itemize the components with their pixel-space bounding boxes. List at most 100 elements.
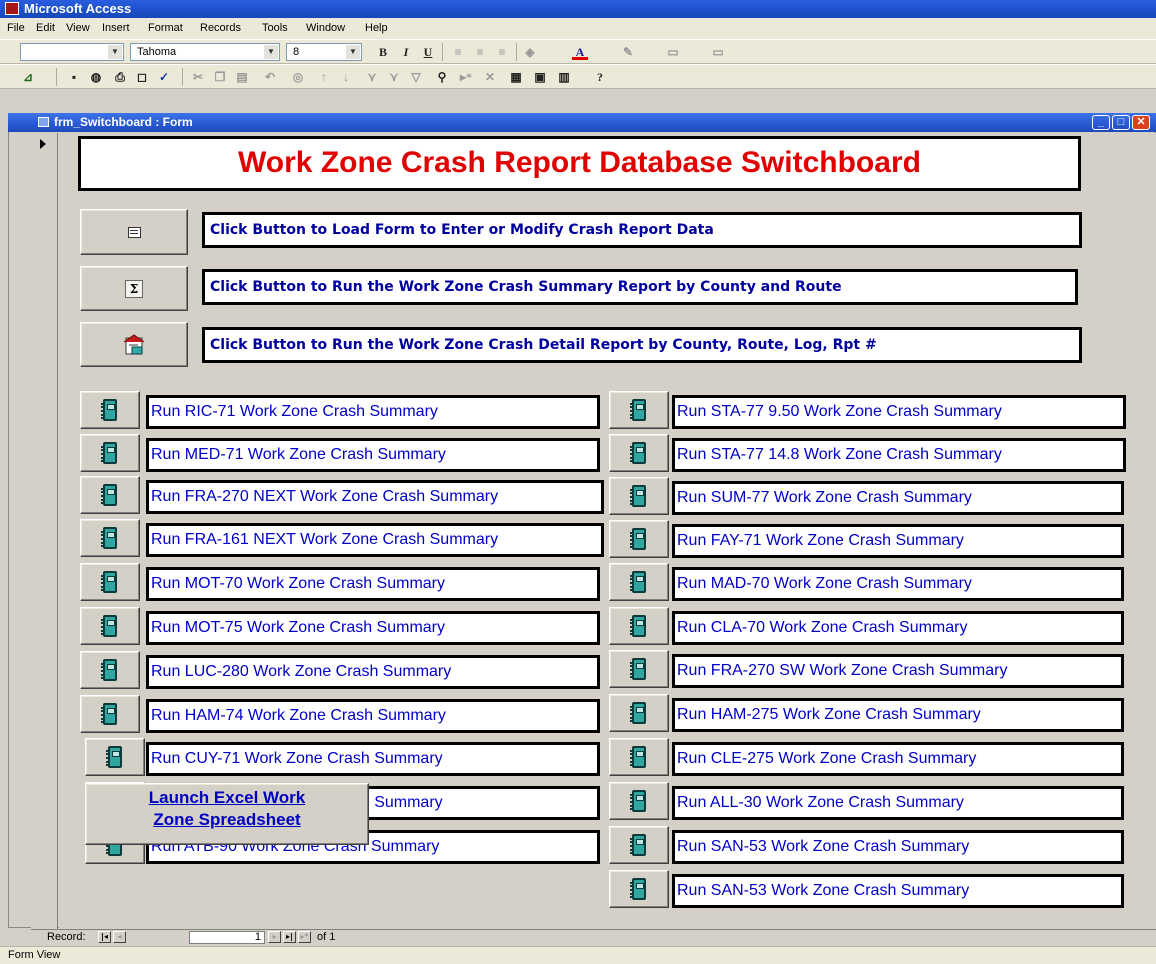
- menu-insert[interactable]: Insert: [102, 22, 130, 34]
- filter-selection-icon[interactable]: ⋎: [364, 69, 380, 85]
- database-window-icon[interactable]: ▣: [532, 69, 548, 85]
- first-record-button[interactable]: |◂: [98, 931, 111, 943]
- record-selector[interactable]: [31, 133, 58, 929]
- align-center-icon[interactable]: ≡: [472, 44, 488, 60]
- run-right-report-button-4[interactable]: [609, 520, 669, 558]
- report-icon: [101, 527, 117, 549]
- print-icon[interactable]: ⎙: [112, 69, 128, 85]
- instruction-label-3: Click Button to Run the Work Zone Crash …: [202, 327, 1082, 363]
- font-combo[interactable]: Tahoma ▼: [130, 43, 280, 61]
- run-left-report-button-6[interactable]: [80, 607, 140, 645]
- report-icon: [630, 834, 646, 856]
- run-right-report-button-1[interactable]: [609, 391, 669, 429]
- run-left-report-button-2[interactable]: [80, 434, 140, 472]
- line-color-icon[interactable]: ✎: [620, 44, 636, 60]
- sort-descending-icon[interactable]: ↓: [338, 69, 354, 85]
- run-left-report-button-7[interactable]: [80, 651, 140, 689]
- menu-help[interactable]: Help: [365, 22, 388, 34]
- menu-records[interactable]: Records: [200, 22, 241, 34]
- spelling-icon[interactable]: ✓: [156, 69, 172, 85]
- fill-color-icon[interactable]: ◈: [522, 44, 538, 60]
- line-width-icon[interactable]: ▭: [665, 44, 681, 60]
- menu-window[interactable]: Window: [306, 22, 345, 34]
- run-left-report-button-1[interactable]: [80, 391, 140, 429]
- menu-tools[interactable]: Tools: [262, 22, 288, 34]
- report-icon: [101, 442, 117, 464]
- hyperlink-icon[interactable]: ◎: [290, 69, 306, 85]
- run-right-report-button-12[interactable]: [609, 870, 669, 908]
- last-record-button[interactable]: ▸|: [283, 931, 296, 943]
- launch-excel-button[interactable]: Launch Excel Work Zone Spreadsheet: [85, 783, 369, 845]
- copy-icon[interactable]: ❐: [212, 69, 228, 85]
- sort-ascending-icon[interactable]: ↑: [316, 69, 332, 85]
- run-right-report-button-8[interactable]: [609, 694, 669, 732]
- run-right-report-label-10: Run ALL-30 Work Zone Crash Summary: [672, 786, 1124, 820]
- run-right-report-button-7[interactable]: [609, 650, 669, 688]
- align-left-icon[interactable]: ≡: [450, 44, 466, 60]
- instruction-label-1: Click Button to Load Form to Enter or Mo…: [202, 212, 1082, 248]
- view-icon[interactable]: ⊿: [20, 69, 36, 85]
- paste-icon[interactable]: ▤: [234, 69, 250, 85]
- run-left-report-button-3[interactable]: [80, 476, 140, 514]
- report-icon: [101, 703, 117, 725]
- run-right-report-label-3: Run SUM-77 Work Zone Crash Summary: [672, 481, 1124, 515]
- run-right-report-button-10[interactable]: [609, 782, 669, 820]
- delete-record-icon[interactable]: ✕: [482, 69, 498, 85]
- menu-format[interactable]: Format: [148, 22, 183, 34]
- filter-form-icon[interactable]: ⋎: [386, 69, 402, 85]
- help-icon[interactable]: ?: [592, 69, 608, 85]
- run-right-report-button-9[interactable]: [609, 738, 669, 776]
- form-window-icon: [38, 117, 49, 127]
- run-left-report-label-3: Run FRA-270 NEXT Work Zone Crash Summary: [146, 480, 604, 514]
- summary-report-button[interactable]: Σ: [80, 266, 188, 311]
- previous-record-button[interactable]: ◂: [113, 931, 126, 943]
- report-icon: [630, 485, 646, 507]
- launch-excel-line1: Launch Excel Work: [148, 788, 306, 807]
- launch-excel-line2: Zone Spreadsheet: [153, 810, 301, 829]
- detail-report-button[interactable]: [80, 322, 188, 367]
- apply-filter-icon[interactable]: ▽: [408, 69, 424, 85]
- italic-icon[interactable]: I: [398, 44, 414, 60]
- menu-edit[interactable]: Edit: [36, 22, 55, 34]
- menu-view[interactable]: View: [66, 22, 90, 34]
- run-right-report-button-5[interactable]: [609, 563, 669, 601]
- close-icon[interactable]: ✕: [1132, 115, 1150, 130]
- underline-icon[interactable]: U: [420, 44, 436, 60]
- save-icon[interactable]: ▪: [66, 69, 82, 85]
- print-preview-icon[interactable]: ◻: [134, 69, 150, 85]
- new-object-icon[interactable]: ▥: [556, 69, 572, 85]
- run-right-report-button-6[interactable]: [609, 607, 669, 645]
- new-record-button[interactable]: ▸*: [298, 931, 311, 943]
- menu-file[interactable]: File: [7, 22, 25, 34]
- formatting-toolbar: ▼ Tahoma ▼ 8 ▼ B I U ≡ ≡ ≡ ◈ A ✎ ▭ ▭: [0, 39, 1156, 64]
- app-title-bar: Microsoft Access: [0, 0, 1156, 18]
- next-record-button[interactable]: ▸: [268, 931, 281, 943]
- run-left-report-button-8[interactable]: [80, 695, 140, 733]
- cut-icon[interactable]: ✂: [190, 69, 206, 85]
- record-number-field[interactable]: 1: [189, 931, 265, 944]
- find-icon[interactable]: ⚲: [434, 69, 450, 85]
- maximize-icon[interactable]: □: [1112, 115, 1130, 130]
- properties-icon[interactable]: ▦: [508, 69, 524, 85]
- object-combo[interactable]: ▼: [20, 43, 124, 61]
- minimize-icon[interactable]: _: [1092, 115, 1110, 130]
- align-right-icon[interactable]: ≡: [494, 44, 510, 60]
- run-left-report-button-9[interactable]: [85, 738, 145, 776]
- run-right-report-button-2[interactable]: [609, 434, 669, 472]
- run-left-report-button-4[interactable]: [80, 519, 140, 557]
- report-icon: [630, 878, 646, 900]
- undo-icon[interactable]: ↶: [262, 69, 278, 85]
- file-search-icon[interactable]: ◍: [88, 69, 104, 85]
- font-color-icon[interactable]: A: [572, 44, 588, 60]
- new-record-icon[interactable]: ▸*: [458, 69, 474, 85]
- report-icon: [101, 659, 117, 681]
- run-left-report-button-5[interactable]: [80, 563, 140, 601]
- open-entry-form-button[interactable]: [80, 209, 188, 255]
- bold-icon[interactable]: B: [375, 44, 391, 60]
- instruction-label-2: Click Button to Run the Work Zone Crash …: [202, 269, 1078, 305]
- run-right-report-button-11[interactable]: [609, 826, 669, 864]
- run-right-report-button-3[interactable]: [609, 477, 669, 515]
- form-icon: [128, 227, 141, 238]
- size-combo[interactable]: 8 ▼: [286, 43, 362, 61]
- special-effect-icon[interactable]: ▭: [710, 44, 726, 60]
